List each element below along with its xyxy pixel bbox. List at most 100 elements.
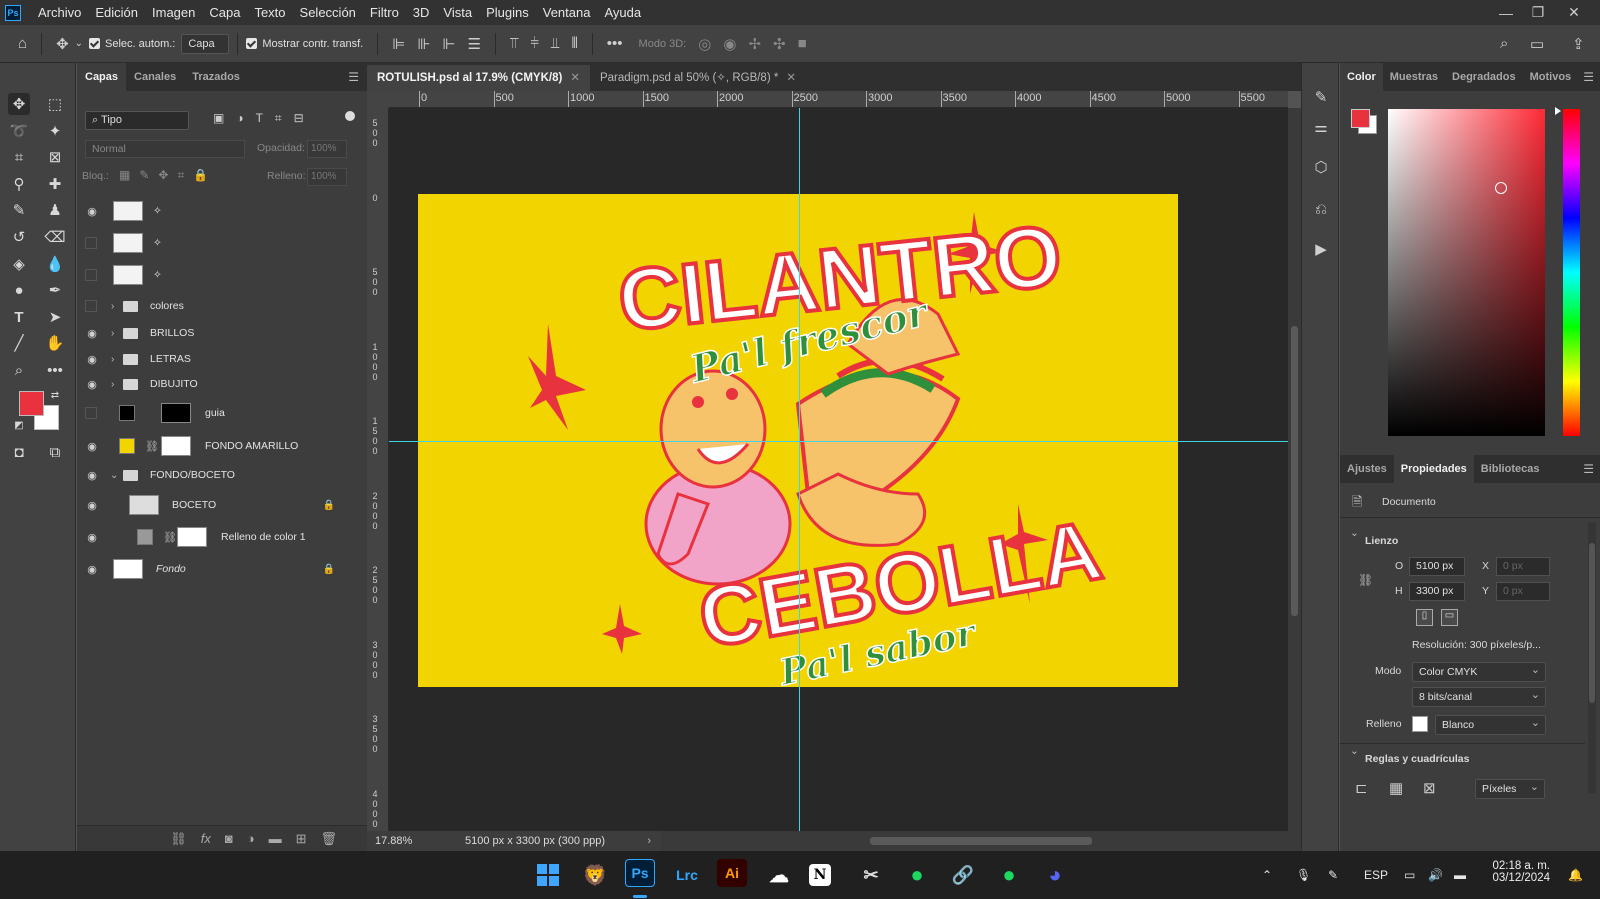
link-dimensions-icon[interactable]: ⛓ — [1358, 573, 1373, 587]
color-picker-cursor[interactable] — [1495, 182, 1507, 194]
tab-ajustes[interactable]: Ajustes — [1340, 455, 1394, 483]
tray-chevron-up-icon[interactable]: ⌃ — [1262, 851, 1272, 899]
roll-3d-icon[interactable]: ◉ — [723, 35, 736, 53]
spotify-icon[interactable]: ● — [993, 859, 1025, 891]
volume-icon[interactable]: 🔊 — [1428, 851, 1443, 899]
guide-vertical[interactable] — [799, 108, 800, 831]
tab-canales[interactable]: Canales — [126, 63, 184, 91]
tab-trazados[interactable]: Trazados — [184, 63, 248, 91]
close-icon[interactable]: ✕ — [1558, 0, 1590, 25]
layer-group-row[interactable]: ◉ › LETRAS — [77, 345, 349, 373]
close-tab-icon[interactable]: ✕ — [570, 65, 580, 91]
units-dropdown[interactable]: Píxeles — [1475, 779, 1545, 799]
layer-row[interactable]: ✧ — [77, 229, 349, 257]
panel-menu-icon[interactable]: ☰ — [1583, 462, 1594, 476]
fill-color-chip[interactable] — [1412, 716, 1428, 732]
line-tool-icon[interactable]: ╱ — [8, 332, 30, 354]
align-right-icon[interactable]: ⊩ — [442, 35, 455, 53]
menu-seleccion[interactable]: Selección — [293, 0, 363, 25]
screen-mode-icon[interactable]: ⧉ — [44, 441, 66, 463]
vertical-ruler[interactable]: 500 0 500 1000 1500 2000 2500 3000 3500 4000 — [367, 108, 389, 831]
panel-menu-icon[interactable]: ☰ — [348, 70, 359, 84]
eye-icon[interactable]: ◉ — [85, 468, 99, 482]
auto-select-checkbox[interactable] — [89, 38, 101, 49]
eye-icon[interactable]: ◉ — [85, 204, 99, 218]
menu-capa[interactable]: Capa — [202, 0, 247, 25]
eye-hidden-icon[interactable] — [85, 269, 97, 281]
chevron-right-icon[interactable]: › — [111, 379, 114, 390]
eye-icon[interactable]: ◉ — [85, 326, 99, 340]
tab-propiedades[interactable]: Propiedades — [1393, 455, 1474, 483]
properties-scrollbar[interactable] — [1588, 523, 1596, 793]
layer-row[interactable]: ◉ ⛓ FONDO AMARILLO — [77, 432, 349, 460]
delete-layer-icon[interactable]: 🗑 — [320, 831, 337, 847]
crop-tool-icon[interactable]: ⌗ — [8, 146, 30, 168]
layer-group-row[interactable]: ◉ › BRILLOS — [77, 319, 349, 347]
search-icon[interactable]: ⌕ — [1500, 35, 1508, 52]
fill-dropdown[interactable]: Blanco — [1435, 715, 1546, 735]
play-action-icon[interactable]: ▶ — [1311, 239, 1331, 259]
more-tools-icon[interactable]: ••• — [44, 359, 66, 381]
brush-tool-icon[interactable]: ✎ — [8, 199, 30, 221]
magic-wand-icon[interactable]: ✦ — [44, 120, 66, 142]
landscape-orientation-icon[interactable]: ▭ — [1441, 609, 1458, 626]
brush-settings-icon[interactable]: ✎ — [1311, 87, 1331, 107]
battery-icon[interactable]: ▬ — [1454, 851, 1466, 899]
more-options-icon[interactable]: ••• — [607, 35, 623, 52]
cloud-app-icon[interactable]: ☁ — [763, 859, 795, 891]
menu-archivo[interactable]: Archivo — [31, 0, 88, 25]
rulers-grids-section-title[interactable]: Reglas y cuadrículas — [1365, 753, 1469, 765]
new-group-icon[interactable]: ▬ — [269, 831, 282, 846]
home-icon[interactable]: ⌂ — [18, 35, 27, 52]
menu-vista[interactable]: Vista — [436, 0, 479, 25]
menu-filtro[interactable]: Filtro — [363, 0, 406, 25]
minimize-icon[interactable]: — — [1490, 0, 1522, 25]
chevron-right-icon[interactable]: › — [111, 301, 114, 312]
tab-color[interactable]: Color — [1340, 63, 1383, 91]
link-app-icon[interactable]: 🔗 — [947, 859, 979, 891]
paint-bucket-icon[interactable]: ◈ — [8, 253, 30, 275]
eye-icon[interactable]: ◉ — [85, 562, 99, 576]
link-layers-icon[interactable]: ⛓ — [170, 831, 187, 847]
eye-hidden-icon[interactable] — [85, 407, 97, 419]
align-top-icon[interactable]: ⫪ — [510, 35, 518, 52]
eye-icon[interactable]: ◉ — [85, 377, 99, 391]
pen-tool-icon[interactable]: ✒ — [44, 279, 66, 301]
auto-select-target-dropdown[interactable]: Capa — [181, 33, 230, 54]
chevron-down-icon[interactable]: ⌄ — [75, 38, 83, 49]
layer-row[interactable]: ◉ Fondo 🔒 — [77, 555, 349, 583]
eyedropper-icon[interactable]: ⚲ — [8, 173, 30, 195]
stamp-tool-icon[interactable]: ♟ — [44, 199, 66, 221]
chevron-down-icon[interactable]: ⌄ — [1350, 745, 1359, 757]
vertical-scrollbar[interactable] — [1288, 108, 1301, 831]
filter-toggle-icon[interactable] — [345, 111, 355, 121]
tab-muestras[interactable]: Muestras — [1383, 63, 1445, 91]
zoom-level[interactable]: 17.88% — [375, 835, 425, 847]
language-indicator[interactable]: ESP — [1364, 851, 1388, 899]
marquee-tool-icon[interactable]: ⬚ — [44, 93, 66, 115]
bit-depth-dropdown[interactable]: 8 bits/canal — [1412, 687, 1546, 707]
color-mode-dropdown[interactable]: Color CMYK — [1412, 662, 1546, 682]
windows-start-icon[interactable] — [532, 859, 564, 891]
eye-hidden-icon[interactable] — [85, 300, 97, 312]
zoom-tool-icon[interactable]: ⌕ — [8, 359, 30, 381]
menu-texto[interactable]: Texto — [247, 0, 292, 25]
portrait-orientation-icon[interactable]: ▯ — [1416, 609, 1433, 626]
layer-filter-dropdown[interactable]: ⌕ Tipo — [85, 111, 189, 130]
layer-group-row[interactable]: › colores — [77, 292, 349, 320]
path-select-icon[interactable]: ➤ — [44, 306, 66, 328]
color-field[interactable] — [1388, 109, 1545, 436]
lock-icons[interactable]: ▦✎✥⌗🔒 — [119, 168, 217, 183]
move-tool-icon[interactable]: ✥ — [8, 93, 30, 115]
orbit-3d-icon[interactable]: ◎ — [698, 35, 711, 53]
menu-3d[interactable]: 3D — [406, 0, 437, 25]
ruler-corner[interactable] — [367, 91, 389, 108]
default-colors-icon[interactable]: ◩ — [12, 418, 26, 432]
align-left-icon[interactable]: ⊫ — [392, 35, 405, 53]
tab-capas[interactable]: Capas — [77, 63, 127, 91]
quick-mask-icon[interactable]: ◘ — [8, 441, 30, 463]
layer-filter-icons[interactable]: ▣◑T⌗⊟ — [213, 111, 316, 126]
notion-icon[interactable]: N — [809, 864, 831, 886]
swap-colors-icon[interactable]: ⇄ — [48, 388, 62, 402]
distribute-icon[interactable]: ☰ — [467, 35, 480, 53]
